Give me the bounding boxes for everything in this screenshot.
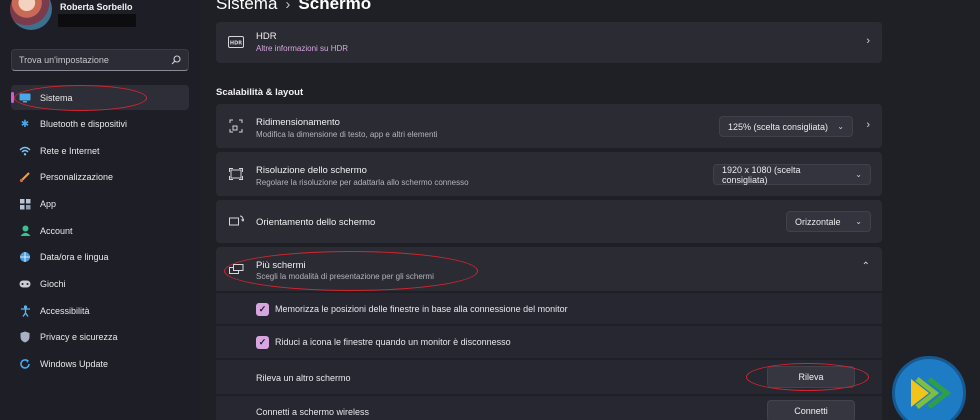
chevron-right-icon: › xyxy=(285,0,291,13)
sidebar: Roberta Sorbello Trova un'impostazione S… xyxy=(0,0,200,420)
wireless-row: Connetti a schermo wireless Connetti xyxy=(216,396,882,420)
option-label: Memorizza le posizioni delle finestre in… xyxy=(275,304,568,314)
resolution-icon xyxy=(228,167,244,181)
sidebar-item-label: Data/ora e lingua xyxy=(40,252,109,263)
shield-icon xyxy=(19,331,31,343)
hdr-link[interactable]: Altre informazioni su HDR xyxy=(256,44,348,53)
sidebar-item-label: Bluetooth e dispositivi xyxy=(40,119,128,130)
resolution-dropdown[interactable]: 1920 x 1080 (scelta consigliata) ⌄ xyxy=(713,164,871,185)
multi-display-header[interactable]: Più schermi Scegli la modalità di presen… xyxy=(216,247,882,291)
chevron-down-icon: ⌄ xyxy=(837,122,844,131)
orientation-card: Orientamento dello schermo Orizzontale ⌄ xyxy=(216,200,882,243)
update-icon xyxy=(19,358,31,370)
orientation-dropdown[interactable]: Orizzontale ⌄ xyxy=(786,211,871,232)
detect-row: Rileva un altro schermo Rileva xyxy=(216,360,882,395)
connect-button[interactable]: Connetti xyxy=(767,400,855,420)
sidebar-item-personalizzazione[interactable]: Personalizzazione xyxy=(11,165,189,190)
redacted-email xyxy=(58,14,136,27)
sidebar-item-label: Accessibilità xyxy=(40,305,90,316)
chevron-down-icon: ⌄ xyxy=(855,170,862,179)
multi-display-title: Più schermi xyxy=(256,260,306,271)
resize-icon xyxy=(228,119,244,133)
multi-monitor-icon xyxy=(228,263,244,277)
sidebar-item-label: Sistema xyxy=(40,92,73,103)
watermark-logo xyxy=(892,356,966,420)
wifi-icon xyxy=(19,145,31,157)
resolution-title: Risoluzione dello schermo xyxy=(256,165,367,176)
multi-display-subtitle: Scegli la modalità di presentazione per … xyxy=(256,272,434,281)
checkbox-minimize-windows[interactable]: ✓ xyxy=(256,336,269,349)
monitor-icon xyxy=(19,92,31,104)
person-icon xyxy=(19,225,31,237)
orientation-title: Orientamento dello schermo xyxy=(256,217,376,228)
sidebar-item-account[interactable]: Account xyxy=(11,218,189,243)
sidebar-item-privacy[interactable]: Privacy e sicurezza xyxy=(11,325,189,350)
sidebar-item-rete[interactable]: Rete e Internet xyxy=(11,138,189,163)
scale-subtitle: Modifica la dimensione di testo, app e a… xyxy=(256,130,438,139)
detect-label: Rileva un altro schermo xyxy=(256,373,351,383)
apps-icon xyxy=(19,198,31,210)
gamepad-icon xyxy=(19,278,31,290)
sidebar-item-giochi[interactable]: Giochi xyxy=(11,271,189,296)
hdr-icon: HDR xyxy=(228,35,244,49)
detect-button-label: Rileva xyxy=(798,372,824,382)
section-heading: Scalabilità & layout xyxy=(216,87,304,98)
chevron-right-icon: › xyxy=(866,119,870,131)
option-row[interactable]: ✓ Memorizza le posizioni delle finestre … xyxy=(216,293,882,325)
connect-button-label: Connetti xyxy=(794,406,828,416)
sidebar-item-label: Privacy e sicurezza xyxy=(40,332,118,343)
chevron-up-icon[interactable]: ⌃ xyxy=(862,261,870,272)
rotate-screen-icon xyxy=(228,214,244,228)
resolution-card: Risoluzione dello schermo Regolare la ri… xyxy=(216,152,882,196)
search-placeholder: Trova un'impostazione xyxy=(19,55,109,65)
sidebar-item-label: Personalizzazione xyxy=(40,172,114,183)
sidebar-item-label: Giochi xyxy=(40,278,66,289)
orientation-value: Orizzontale xyxy=(795,216,841,227)
sidebar-item-label: App xyxy=(40,199,57,210)
search-input[interactable]: Trova un'impostazione xyxy=(11,49,189,71)
scale-value: 125% (scelta consigliata) xyxy=(728,121,829,132)
profile-name: Roberta Sorbello xyxy=(60,2,133,12)
accessibility-icon xyxy=(19,305,31,317)
sidebar-item-label: Account xyxy=(40,225,73,236)
search-icon[interactable] xyxy=(171,55,181,65)
sidebar-nav: Sistema ✱ Bluetooth e dispositivi Rete e… xyxy=(11,85,189,378)
chevron-down-icon: ⌄ xyxy=(855,217,862,226)
sidebar-item-label: Rete e Internet xyxy=(40,145,100,156)
breadcrumb: Sistema › Schermo xyxy=(216,0,371,14)
scale-card[interactable]: Ridimensionamento Modifica la dimensione… xyxy=(216,104,882,148)
sidebar-item-bluetooth[interactable]: ✱ Bluetooth e dispositivi xyxy=(11,112,189,137)
scale-dropdown[interactable]: 125% (scelta consigliata) ⌄ xyxy=(719,116,853,137)
hdr-title: HDR xyxy=(256,31,277,42)
detect-button[interactable]: Rileva xyxy=(767,366,855,388)
breadcrumb-parent[interactable]: Sistema xyxy=(216,0,277,13)
sidebar-item-app[interactable]: App xyxy=(11,192,189,217)
chevron-right-icon: › xyxy=(866,35,870,47)
bluetooth-icon: ✱ xyxy=(20,118,30,130)
scale-title: Ridimensionamento xyxy=(256,117,340,128)
globe-clock-icon xyxy=(19,251,31,263)
checkbox-remember-positions[interactable]: ✓ xyxy=(256,303,269,316)
sidebar-item-windows-update[interactable]: Windows Update xyxy=(11,351,189,376)
hdr-card[interactable]: HDR HDR Altre informazioni su HDR › xyxy=(216,22,882,63)
sidebar-item-accessibilita[interactable]: Accessibilità xyxy=(11,298,189,323)
resolution-subtitle: Regolare la risoluzione per adattarla al… xyxy=(256,178,469,187)
avatar[interactable] xyxy=(10,0,52,30)
resolution-value: 1920 x 1080 (scelta consigliata) xyxy=(722,164,801,185)
sidebar-item-label: Windows Update xyxy=(40,358,109,369)
wireless-label: Connetti a schermo wireless xyxy=(256,407,370,417)
brush-icon xyxy=(19,171,31,183)
option-row[interactable]: ✓ Riduci a icona le finestre quando un m… xyxy=(216,326,882,359)
hdr-icon-text: HDR xyxy=(230,40,242,46)
page-title: Schermo xyxy=(298,0,372,13)
sidebar-item-data-ora[interactable]: Data/ora e lingua xyxy=(11,245,189,270)
sidebar-item-sistema[interactable]: Sistema xyxy=(11,85,189,110)
option-label: Riduci a icona le finestre quando un mon… xyxy=(275,337,511,347)
